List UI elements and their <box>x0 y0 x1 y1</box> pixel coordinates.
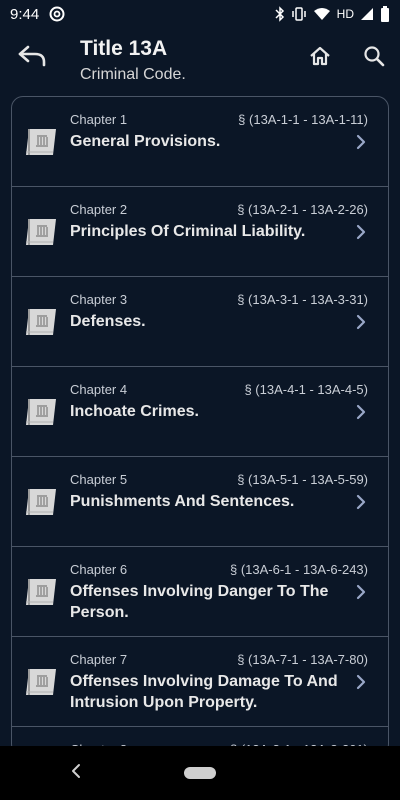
chapter-range: § (13A-5-1 - 13A-5-59) <box>237 472 368 487</box>
chevron-right-icon <box>354 134 368 150</box>
chapter-name: Punishments And Sentences. <box>70 493 295 510</box>
page-subtitle: Criminal Code. <box>80 66 186 83</box>
chapter-row-4[interactable]: Chapter 4 § (13A-4-1 - 13A-4-5) Inchoate… <box>12 367 388 457</box>
chevron-right-icon <box>354 494 368 510</box>
chapter-row-7[interactable]: Chapter 7 § (13A-7-1 - 13A-7-80) Offense… <box>12 637 388 727</box>
chapter-label: Chapter 3 <box>70 292 128 307</box>
chapter-label: Chapter 6 <box>70 562 128 577</box>
nav-back-button[interactable] <box>66 763 86 783</box>
chapter-row-1[interactable]: Chapter 1 § (13A-1-1 - 13A-1-11) General… <box>12 97 388 187</box>
chapter-name: Offenses Involving Danger To The Person. <box>70 583 329 621</box>
chevron-right-icon <box>354 224 368 240</box>
chapter-label: Chapter 2 <box>70 202 128 217</box>
chapter-list: Chapter 1 § (13A-1-1 - 13A-1-11) General… <box>11 96 389 756</box>
chapter-row-5[interactable]: Chapter 5 § (13A-5-1 - 13A-5-59) Punishm… <box>12 457 388 547</box>
law-book-icon <box>23 576 59 608</box>
search-button[interactable] <box>360 44 388 72</box>
home-icon <box>309 45 331 72</box>
vibrate-icon <box>291 7 307 21</box>
chapter-row-2[interactable]: Chapter 2 § (13A-2-1 - 13A-2-26) Princip… <box>12 187 388 277</box>
chapter-name: General Provisions. <box>70 133 221 150</box>
chapter-range: § (13A-4-1 - 13A-4-5) <box>244 382 368 397</box>
chapter-label: Chapter 4 <box>70 382 128 397</box>
chapter-range: § (13A-7-1 - 13A-7-80) <box>237 652 368 667</box>
back-button[interactable] <box>14 42 50 74</box>
chapter-range: § (13A-2-1 - 13A-2-26) <box>237 202 368 217</box>
at-sign-icon <box>49 6 65 22</box>
law-book-icon <box>23 396 59 428</box>
back-arrow-icon <box>17 44 47 73</box>
chapter-name: Defenses. <box>70 313 146 330</box>
chapter-label: Chapter 5 <box>70 472 128 487</box>
chapter-name: Offenses Involving Damage To And Intrusi… <box>70 673 338 711</box>
nav-back-icon <box>70 763 82 784</box>
chevron-right-icon <box>354 404 368 420</box>
chapter-label: Chapter 7 <box>70 652 128 667</box>
bluetooth-icon <box>275 6 285 22</box>
law-book-icon <box>23 666 59 698</box>
law-book-icon <box>23 486 59 518</box>
chapter-range: § (13A-6-1 - 13A-6-243) <box>229 562 368 577</box>
chapter-row-6[interactable]: Chapter 6 § (13A-6-1 - 13A-6-243) Offens… <box>12 547 388 637</box>
law-book-icon <box>23 306 59 338</box>
title-block: Title 13A Criminal Code. <box>80 36 186 86</box>
chapter-name: Principles Of Criminal Liability. <box>70 223 306 240</box>
chevron-right-icon <box>354 314 368 330</box>
search-icon <box>363 45 385 72</box>
chapter-range: § (13A-3-1 - 13A-3-31) <box>237 292 368 307</box>
chapter-range: § (13A-1-1 - 13A-1-11) <box>238 112 368 127</box>
status-bar: 9:44 HD <box>0 0 400 28</box>
home-gesture-pill[interactable] <box>184 767 216 779</box>
chevron-right-icon <box>354 674 368 690</box>
home-button[interactable] <box>306 44 334 72</box>
chapter-label: Chapter 1 <box>70 112 128 127</box>
page-title: Title 13A <box>80 37 168 60</box>
chapter-name: Inchoate Crimes. <box>70 403 199 420</box>
network-type: HD <box>336 7 354 21</box>
status-time: 9:44 <box>10 5 40 23</box>
app-bar: Title 13A Criminal Code. <box>0 28 400 92</box>
law-book-icon <box>23 216 59 248</box>
wifi-icon <box>313 7 331 21</box>
chapter-row-3[interactable]: Chapter 3 § (13A-3-1 - 13A-3-31) Defense… <box>12 277 388 367</box>
battery-icon <box>380 6 390 22</box>
system-nav-bar <box>0 746 400 800</box>
law-book-icon <box>23 126 59 158</box>
signal-icon <box>360 7 374 21</box>
chevron-right-icon <box>354 584 368 600</box>
